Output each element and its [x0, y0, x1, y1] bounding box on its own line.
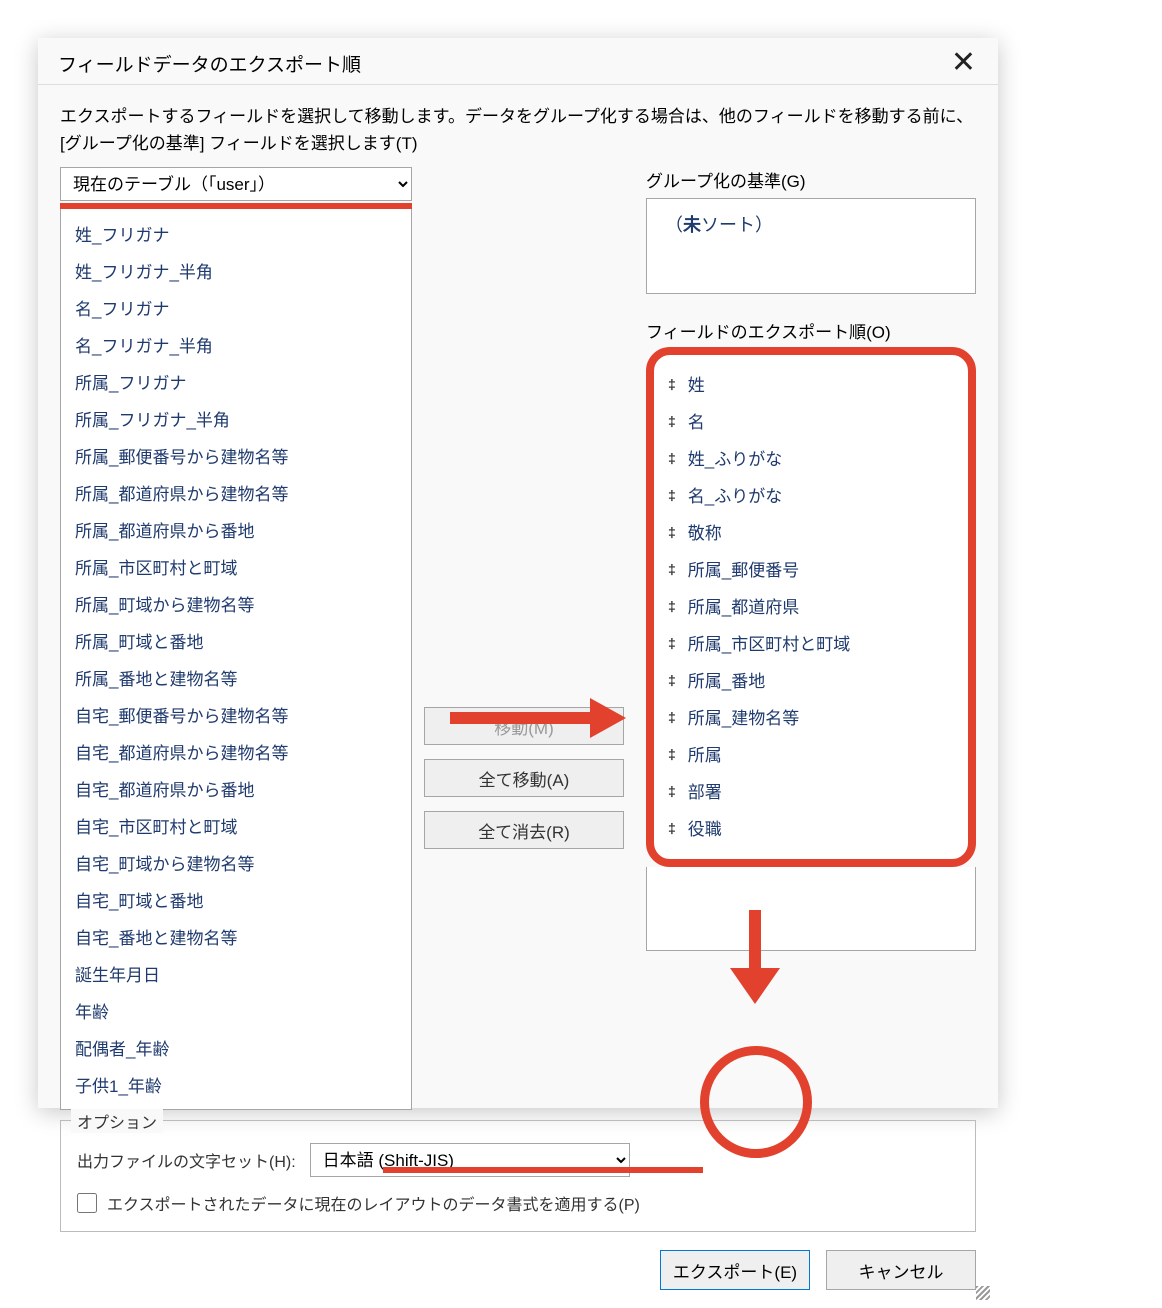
unsort-rest: ソート） — [701, 215, 773, 235]
available-field-item[interactable]: 所属_町域と番地 — [63, 622, 409, 659]
export-button[interactable]: エクスポート(E) — [660, 1250, 810, 1290]
export-order-item[interactable]: ‡姓 — [662, 365, 960, 402]
available-field-item[interactable]: 所属_都道府県から建物名等 — [63, 474, 409, 511]
options-groupbox: オプション 出力ファイルの文字セット(H): 日本語 (Shift-JIS) エ… — [60, 1120, 976, 1232]
available-field-item[interactable]: 自宅_都道府県から番地 — [63, 770, 409, 807]
export-order-item-label: 名 — [688, 408, 705, 433]
left-column: 現在のテーブル（「user」） 姓_フリガナ姓_フリガナ_半角名_フリガナ名_フ… — [60, 167, 412, 1110]
export-order-item[interactable]: ‡ 所属_市区町村と町域 — [662, 624, 960, 661]
export-order-item-label: 所属_建物名等 — [688, 704, 799, 729]
right-column: グループ化の基準(G) （未ソート） フィールドのエクスポート順(O) ‡姓‡名… — [636, 167, 976, 1110]
available-field-item[interactable]: 年齢 — [63, 992, 409, 1029]
apply-format-label: エクスポートされたデータに現在のレイアウトのデータ書式を適用する(P) — [107, 1191, 640, 1215]
available-field-item[interactable]: 所属_郵便番号から建物名等 — [63, 437, 409, 474]
dialog-body: 現在のテーブル（「user」） 姓_フリガナ姓_フリガナ_半角名_フリガナ名_フ… — [38, 167, 998, 1110]
available-field-item[interactable]: 子供1_年齢 — [63, 1066, 409, 1103]
export-order-dialog: フィールドデータのエクスポート順 ✕ エクスポートするフィールドを選択して移動し… — [38, 38, 998, 1108]
export-order-item-label: 所属_市区町村と町域 — [688, 630, 850, 655]
export-order-item[interactable]: ‡ 所属_番地 — [662, 661, 960, 698]
export-order-item-label: 姓_ふりがな — [688, 445, 782, 470]
export-order-item[interactable]: ‡ 所属_建物名等 — [662, 698, 960, 735]
available-field-item[interactable]: 所属_フリガナ_半角 — [63, 400, 409, 437]
export-order-item-label: 所属_番地 — [688, 667, 765, 692]
export-order-item-label: 所属 — [688, 741, 722, 766]
drag-handle-icon[interactable]: ‡ — [668, 413, 676, 429]
group-by-value: （未ソート） — [665, 215, 773, 235]
drag-handle-icon[interactable]: ‡ — [668, 783, 676, 799]
options-legend: オプション — [71, 1109, 163, 1133]
cancel-button[interactable]: キャンセル — [826, 1250, 976, 1290]
drag-handle-icon[interactable]: ‡ — [668, 635, 676, 651]
export-order-item-label: 姓 — [688, 371, 705, 396]
drag-handle-icon[interactable]: ‡ — [668, 561, 676, 577]
dialog-title: フィールドデータのエクスポート順 — [58, 50, 361, 77]
export-order-item[interactable]: ‡ 役職 — [662, 809, 960, 846]
group-by-label: グループ化の基準(G) — [646, 167, 976, 192]
clear-all-button[interactable]: 全て消去(R) — [424, 811, 624, 849]
drag-handle-icon[interactable]: ‡ — [668, 820, 676, 836]
export-order-item-label: 部署 — [688, 778, 722, 803]
group-by-box[interactable]: （未ソート） — [646, 198, 976, 294]
available-field-item[interactable]: 所属_番地と建物名等 — [63, 659, 409, 696]
export-order-item[interactable]: ‡ 所属_郵便番号 — [662, 550, 960, 587]
export-order-tail — [646, 867, 976, 951]
export-order-item[interactable]: ‡ 所属 — [662, 735, 960, 772]
drag-handle-icon[interactable]: ‡ — [668, 746, 676, 762]
drag-handle-icon[interactable]: ‡ — [668, 487, 676, 503]
drag-handle-icon[interactable]: ‡ — [668, 376, 676, 392]
export-order-item[interactable]: ‡ 所属_都道府県 — [662, 587, 960, 624]
export-order-item-label: 敬称 — [688, 519, 722, 544]
resize-grip[interactable] — [976, 1286, 990, 1300]
available-field-item[interactable]: 自宅_市区町村と町域 — [63, 807, 409, 844]
titlebar: フィールドデータのエクスポート順 ✕ — [38, 38, 998, 85]
export-order-item-label: 役職 — [688, 815, 722, 840]
dialog-footer: エクスポート(E) キャンセル — [38, 1232, 998, 1308]
available-field-item[interactable]: 自宅_町域と番地 — [63, 881, 409, 918]
paren-open: （ — [665, 215, 683, 235]
apply-format-row: エクスポートされたデータに現在のレイアウトのデータ書式を適用する(P) — [77, 1191, 959, 1215]
export-order-label: フィールドのエクスポート順(O) — [646, 318, 976, 343]
drag-handle-icon[interactable]: ‡ — [668, 672, 676, 688]
export-order-item[interactable]: ‡ 姓_ふりがな — [662, 439, 960, 476]
available-field-item[interactable]: 自宅_郵便番号から建物名等 — [63, 696, 409, 733]
export-order-item[interactable]: ‡ 敬称 — [662, 513, 960, 550]
export-order-list: ‡姓‡名‡姓_ふりがな‡名_ふりがな‡敬称‡所属_郵便番号‡所属_都道府県‡所属… — [662, 365, 960, 846]
available-field-item[interactable]: 名_フリガナ_半角 — [63, 326, 409, 363]
charset-label: 出力ファイルの文字セット(H): — [77, 1148, 296, 1172]
available-field-item[interactable]: 所属_都道府県から番地 — [63, 511, 409, 548]
drag-handle-icon[interactable]: ‡ — [668, 524, 676, 540]
annotation-underline-charset — [383, 1167, 703, 1173]
export-order-item-label: 名_ふりがな — [688, 482, 782, 507]
available-field-item[interactable]: 名_フリガナ — [63, 289, 409, 326]
export-order-item[interactable]: ‡ 部署 — [662, 772, 960, 809]
drag-handle-icon[interactable]: ‡ — [668, 709, 676, 725]
export-order-item-label: 所属_都道府県 — [688, 593, 799, 618]
available-field-item[interactable]: 自宅_都道府県から建物名等 — [63, 733, 409, 770]
move-button[interactable]: 移動(M) — [424, 707, 624, 745]
unsort-bold: 未 — [683, 215, 701, 235]
close-button[interactable]: ✕ — [943, 48, 984, 78]
available-fields-list[interactable]: 姓_フリガナ姓_フリガナ_半角名_フリガナ名_フリガナ_半角所属_フリガナ所属_… — [60, 209, 412, 1110]
available-field-item[interactable]: 所属_町域から建物名等 — [63, 585, 409, 622]
available-field-item[interactable]: 配偶者_年齢 — [63, 1029, 409, 1066]
apply-format-checkbox[interactable] — [77, 1193, 97, 1213]
middle-buttons-column: 移動(M) 全て移動(A) 全て消去(R) — [424, 167, 624, 1110]
available-field-item[interactable]: 所属_フリガナ — [63, 363, 409, 400]
move-all-button[interactable]: 全て移動(A) — [424, 759, 624, 797]
available-field-item[interactable]: 自宅_町域から建物名等 — [63, 844, 409, 881]
available-field-item[interactable]: 所属_市区町村と町域 — [63, 548, 409, 585]
export-order-item[interactable]: ‡ 名_ふりがな — [662, 476, 960, 513]
drag-handle-icon[interactable]: ‡ — [668, 450, 676, 466]
available-field-item[interactable]: 誕生年月日 — [63, 955, 409, 992]
available-field-item[interactable]: 姓_フリガナ_半角 — [63, 252, 409, 289]
available-field-item[interactable]: 姓_フリガナ — [63, 215, 409, 252]
available-field-item[interactable]: 自宅_番地と建物名等 — [63, 918, 409, 955]
table-selector[interactable]: 現在のテーブル（「user」） — [60, 167, 412, 201]
export-order-box[interactable]: ‡姓‡名‡姓_ふりがな‡名_ふりがな‡敬称‡所属_郵便番号‡所属_都道府県‡所属… — [646, 347, 976, 867]
export-order-item-label: 所属_郵便番号 — [688, 556, 799, 581]
export-order-item[interactable]: ‡名 — [662, 402, 960, 439]
drag-handle-icon[interactable]: ‡ — [668, 598, 676, 614]
dialog-description: エクスポートするフィールドを選択して移動します。データをグループ化する場合は、他… — [38, 85, 998, 167]
